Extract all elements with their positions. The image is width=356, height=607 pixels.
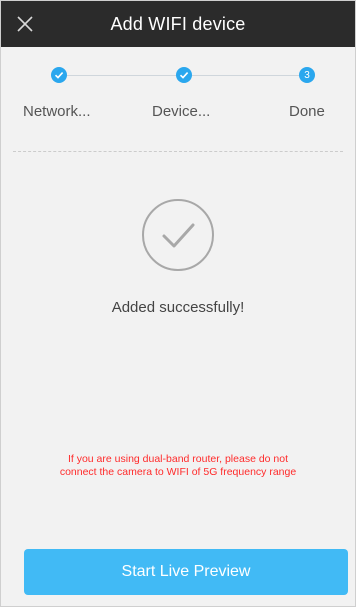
success-message: Added successfully! <box>111 299 245 316</box>
checkmark-circle-icon <box>142 199 214 271</box>
warning-line-2: connect the camera to WIFI of 5G frequen… <box>59 466 297 478</box>
step-3-indicator: 3 <box>299 67 315 83</box>
add-wifi-device-screen: Add WIFI device 3 Network... Device... D… <box>0 0 356 607</box>
close-button[interactable] <box>13 12 37 36</box>
result-panel: Added successfully! <box>1 197 355 316</box>
warning-line-1: If you are using dual-band router, pleas… <box>67 453 289 465</box>
step-1-indicator <box>51 67 67 83</box>
check-icon <box>54 72 64 79</box>
divider <box>13 151 343 152</box>
step-connector-2 <box>192 75 299 76</box>
check-icon <box>179 72 189 79</box>
step-2-indicator <box>176 67 192 83</box>
step-3-label: Done <box>289 103 325 120</box>
step-connector-1 <box>67 75 176 76</box>
dual-band-warning: If you are using dual-band router, pleas… <box>21 453 335 479</box>
step-1-label: Network... <box>23 103 91 120</box>
title-bar: Add WIFI device <box>1 1 355 47</box>
step-2-label: Device... <box>152 103 211 120</box>
page-title: Add WIFI device <box>110 13 246 34</box>
close-icon <box>17 16 33 32</box>
start-live-preview-button[interactable]: Start Live Preview <box>24 549 348 595</box>
progress-stepper: 3 Network... Device... Done <box>1 47 355 151</box>
